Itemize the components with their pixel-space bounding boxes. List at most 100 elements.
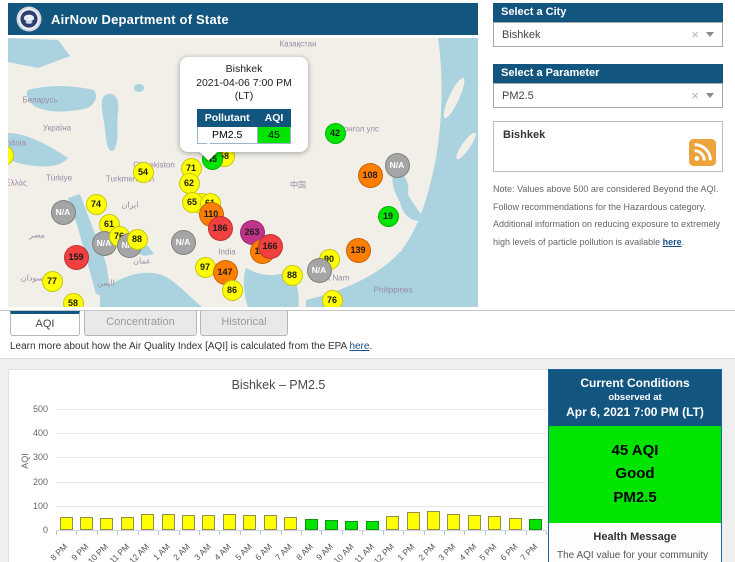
y-tick-label: 300 xyxy=(9,452,48,462)
chart-bar[interactable] xyxy=(427,511,440,530)
axis-tick xyxy=(76,531,77,535)
app-header: AirNow Department of State xyxy=(8,3,478,35)
x-tick-label: 4 AM xyxy=(212,541,233,562)
chart-bar[interactable] xyxy=(366,521,379,530)
x-tick-label: 8 AM xyxy=(294,541,315,562)
learn-more-here-link[interactable]: here xyxy=(349,341,369,352)
chart-bar[interactable] xyxy=(509,518,522,530)
chart-bar[interactable] xyxy=(100,518,113,530)
aqi-marker[interactable]: 42 xyxy=(325,123,346,144)
x-tick-label: 12 PM xyxy=(372,541,396,562)
axis-tick xyxy=(281,531,282,535)
x-tick-label: 6 AM xyxy=(253,541,274,562)
aqi-marker[interactable]: 62 xyxy=(179,173,200,194)
chart-bar[interactable] xyxy=(243,515,256,530)
axis-tick xyxy=(362,531,363,535)
chart-bar[interactable] xyxy=(223,514,236,530)
tab-historical[interactable]: Historical xyxy=(200,311,288,336)
aqi-marker[interactable]: 58 xyxy=(63,293,84,308)
chart-bar[interactable] xyxy=(447,514,460,530)
bottom-section: Bishkek – PM2.5 AQI 01002003004005008 PM… xyxy=(0,358,735,562)
aqi-marker[interactable]: 76 xyxy=(322,290,343,308)
chart-bar[interactable] xyxy=(141,514,154,530)
axis-tick xyxy=(138,531,139,535)
clear-city-icon[interactable]: × xyxy=(684,27,706,42)
tab-concentration[interactable]: Concentration xyxy=(84,311,197,336)
tab-aqi[interactable]: AQI xyxy=(10,311,80,336)
aqi-marker[interactable]: N/A xyxy=(307,258,332,283)
aqi-marker[interactable]: 88 xyxy=(282,265,303,286)
popup-datetime: 2021-04-06 7:00 PM xyxy=(185,77,303,91)
axis-tick xyxy=(56,531,57,535)
x-tick-label: 3 AM xyxy=(192,541,213,562)
chart-bar[interactable] xyxy=(121,517,134,530)
axis-tick xyxy=(383,531,384,535)
axis-tick xyxy=(485,531,486,535)
chart-bar[interactable] xyxy=(202,515,215,530)
aqi-marker[interactable]: 88 xyxy=(127,229,148,250)
aqi-marker[interactable]: 77 xyxy=(42,271,63,292)
aqi-marker[interactable]: 19 xyxy=(378,206,399,227)
aqi-value: 45 AQI xyxy=(549,439,721,462)
current-conditions-panel: Current Conditions observed at Apr 6, 20… xyxy=(548,369,722,562)
aqi-marker[interactable]: 74 xyxy=(86,194,107,215)
aqi-marker[interactable]: 139 xyxy=(346,238,371,263)
aqi-marker[interactable]: 186 xyxy=(208,216,233,241)
aqi-marker[interactable]: 108 xyxy=(358,163,383,188)
axis-tick xyxy=(158,531,159,535)
gridline xyxy=(56,433,546,434)
aqi-bar-chart: Bishkek – PM2.5 AQI 01002003004005008 PM… xyxy=(8,369,549,562)
aqi-marker[interactable]: 159 xyxy=(64,245,89,270)
map-label: Ελλάς xyxy=(8,179,27,188)
chart-bar[interactable] xyxy=(182,515,195,530)
chart-bar[interactable] xyxy=(284,517,297,530)
clear-parameter-icon[interactable]: × xyxy=(684,88,706,103)
map-label: ايران xyxy=(122,201,139,210)
gridline xyxy=(56,506,546,507)
city-dropdown-caret-icon[interactable] xyxy=(706,32,714,37)
aqi-marker[interactable]: 86 xyxy=(222,280,243,301)
health-message-text: The AQI value for your community is betw… xyxy=(549,547,721,562)
note-here-link[interactable]: here xyxy=(663,237,682,247)
axis-tick xyxy=(179,531,180,535)
chart-bar[interactable] xyxy=(468,515,481,530)
chart-bar[interactable] xyxy=(80,517,93,530)
parameter-dropdown-caret-icon[interactable] xyxy=(706,93,714,98)
chart-bar[interactable] xyxy=(529,519,542,530)
aqi-summary-box: 45 AQI Good PM2.5 xyxy=(549,426,721,523)
note-suffix: . xyxy=(682,237,685,247)
learn-more-suffix: . xyxy=(369,341,372,352)
chart-bar[interactable] xyxy=(162,514,175,530)
aqi-marker[interactable]: 54 xyxy=(133,162,154,183)
map-label: România xyxy=(8,139,26,148)
chart-bar[interactable] xyxy=(407,512,420,530)
chart-bar[interactable] xyxy=(60,517,73,530)
aqi-marker[interactable]: N/A xyxy=(51,200,76,225)
axis-tick xyxy=(199,531,200,535)
y-tick-label: 100 xyxy=(9,501,48,511)
chart-bar[interactable] xyxy=(386,516,399,530)
map-label: Казақстан xyxy=(279,40,316,49)
aqi-marker[interactable]: N/A xyxy=(385,153,410,178)
map-label: مصر xyxy=(29,231,45,240)
city-select[interactable]: Bishkek × xyxy=(493,22,723,47)
x-tick-label: 3 PM xyxy=(437,541,458,562)
city-select-value: Bishkek xyxy=(494,29,684,41)
observation-datetime: Apr 6, 2021 7:00 PM (LT) xyxy=(553,405,717,419)
chart-bar[interactable] xyxy=(305,519,318,530)
map-popup: Bishkek 2021-04-06 7:00 PM (LT) Pollutan… xyxy=(180,57,308,152)
aqi-marker[interactable]: 166 xyxy=(258,234,283,259)
chart-bar[interactable] xyxy=(325,520,338,530)
axis-tick xyxy=(117,531,118,535)
chart-bar[interactable] xyxy=(264,515,277,530)
rss-icon[interactable] xyxy=(689,139,716,166)
x-tick-label: 4 PM xyxy=(457,541,478,562)
chart-bar[interactable] xyxy=(345,521,358,530)
map-label: سودان xyxy=(21,274,44,283)
x-tick-label: 6 PM xyxy=(498,541,519,562)
parameter-select[interactable]: PM2.5 × xyxy=(493,83,723,108)
aqi-marker[interactable]: N/A xyxy=(171,230,196,255)
y-tick-label: 500 xyxy=(9,404,48,414)
aqi-map[interactable]: БеларусьУкраїнаRomâniaΕλλάςTürkiyeمصرسود… xyxy=(8,38,478,307)
chart-bar[interactable] xyxy=(488,516,501,530)
